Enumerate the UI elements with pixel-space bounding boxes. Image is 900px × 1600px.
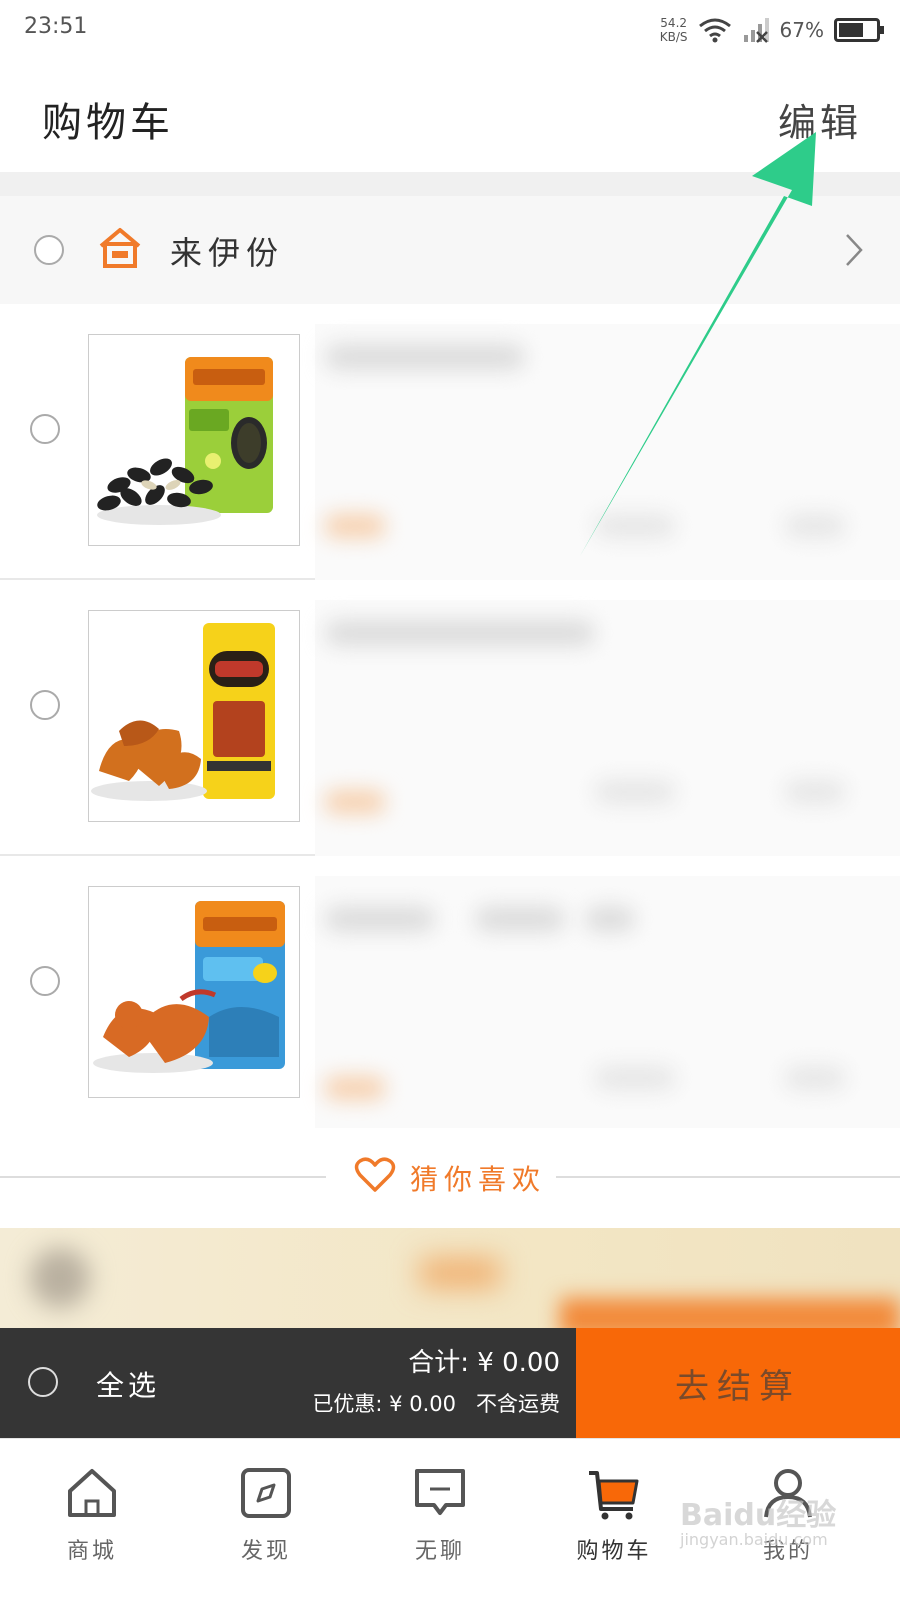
section-divider bbox=[0, 172, 900, 196]
cart-item[interactable] bbox=[0, 580, 900, 856]
nav-item-discover[interactable]: 发现 bbox=[206, 1459, 326, 1579]
recommendation-strip-blurred[interactable] bbox=[0, 1228, 900, 1328]
product-image-duck-snack bbox=[91, 623, 275, 801]
nav-label: 发现 bbox=[240, 1539, 291, 1564]
chat-icon bbox=[415, 1469, 465, 1515]
cart-icon bbox=[589, 1471, 639, 1520]
nav-item-mall[interactable]: 商城 bbox=[32, 1459, 152, 1579]
chevron-right-icon[interactable] bbox=[844, 232, 864, 268]
divider-line bbox=[0, 1176, 326, 1178]
checkout-button[interactable]: 去结算 bbox=[576, 1328, 900, 1438]
status-indicators: 54.2 KB/S 67% bbox=[659, 10, 884, 50]
divider-line bbox=[556, 1176, 900, 1178]
discount-line: 已优惠: ¥ 0.00 不含运费 bbox=[312, 1388, 560, 1418]
guess-you-like-header: 猜你喜欢 bbox=[0, 1128, 900, 1228]
shipping-note: 不含运费 bbox=[476, 1392, 560, 1416]
item-select-radio[interactable] bbox=[30, 690, 60, 720]
guess-you-like-label: 猜你喜欢 bbox=[410, 1163, 547, 1196]
signal-icon bbox=[743, 18, 769, 43]
select-all-label[interactable]: 全选 bbox=[96, 1364, 160, 1404]
shop-row[interactable]: 来伊份 bbox=[0, 196, 900, 304]
discount-amount: 已优惠: ¥ 0.00 bbox=[312, 1392, 456, 1416]
item-details-blurred bbox=[315, 324, 900, 580]
nav-label: 无聊 bbox=[414, 1539, 465, 1564]
nav-item-chat[interactable]: 无聊 bbox=[380, 1459, 500, 1579]
baidu-watermark: Baidu经验 bbox=[680, 1498, 837, 1533]
product-image-sunflower-seeds bbox=[97, 357, 273, 525]
product-image[interactable] bbox=[88, 334, 300, 546]
status-time: 23:51 bbox=[24, 14, 88, 39]
item-select-radio[interactable] bbox=[30, 966, 60, 996]
status-bar: 23:51 54.2 KB/S 67% bbox=[0, 0, 900, 62]
product-image[interactable] bbox=[88, 610, 300, 822]
net-speed: 54.2 KB/S bbox=[659, 16, 688, 44]
cart-item[interactable] bbox=[0, 856, 900, 1132]
select-all-radio[interactable] bbox=[28, 1367, 58, 1397]
total-amount: 合计: ¥ 0.00 bbox=[408, 1348, 560, 1378]
cart-item[interactable] bbox=[0, 304, 900, 580]
item-select-radio[interactable] bbox=[30, 414, 60, 444]
page-title: 购物车 bbox=[42, 100, 174, 146]
nav-label: 购物车 bbox=[576, 1539, 652, 1564]
header: 购物车 编辑 bbox=[0, 62, 900, 172]
edit-button[interactable]: 编辑 bbox=[778, 92, 862, 147]
nav-item-cart[interactable]: 购物车 bbox=[554, 1459, 674, 1579]
item-details-blurred bbox=[315, 876, 900, 1132]
heart-icon bbox=[354, 1157, 396, 1192]
compass-icon bbox=[241, 1468, 291, 1518]
home-icon bbox=[68, 1469, 116, 1517]
battery-percent: 67% bbox=[779, 18, 824, 42]
item-details-blurred bbox=[315, 600, 900, 856]
battery-icon bbox=[834, 18, 884, 42]
shop-name[interactable]: 来伊份 bbox=[170, 228, 284, 274]
checkout-bar: 全选 合计: ¥ 0.00 已优惠: ¥ 0.00 不含运费 去结算 bbox=[0, 1328, 900, 1438]
product-image[interactable] bbox=[88, 886, 300, 1098]
baidu-watermark-url: jingyan.baidu.com bbox=[680, 1530, 828, 1549]
shop-icon bbox=[99, 228, 141, 268]
nav-label: 商城 bbox=[66, 1539, 117, 1564]
wifi-icon bbox=[698, 18, 731, 43]
product-image-scallop-snack bbox=[93, 901, 285, 1073]
shop-select-radio[interactable] bbox=[34, 235, 64, 265]
